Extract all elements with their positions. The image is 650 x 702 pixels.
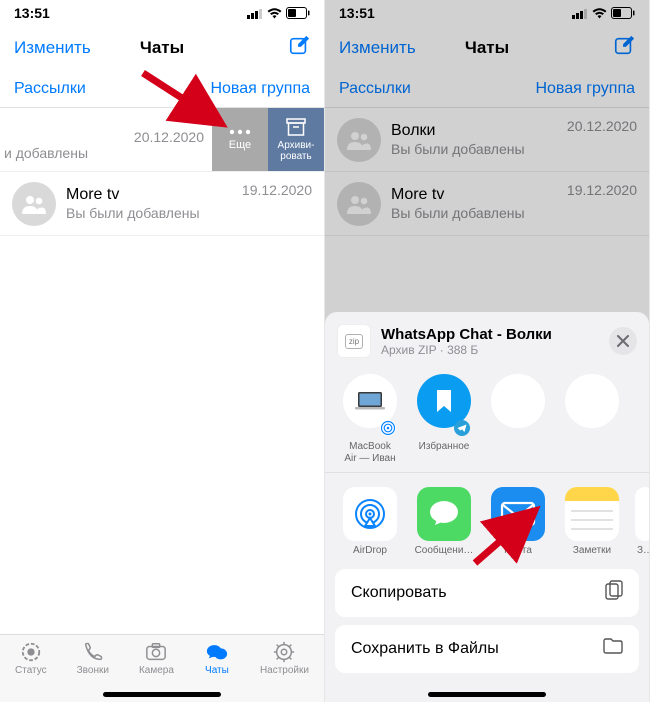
mail-icon bbox=[500, 501, 536, 527]
swipe-archive-label: Архиви- ровать bbox=[278, 140, 315, 162]
share-sheet: zip WhatsApp Chat - Волки Архив ZIP · 38… bbox=[325, 312, 649, 702]
tab-status[interactable]: Статус bbox=[15, 641, 47, 702]
share-app-label: Почта bbox=[504, 545, 532, 557]
share-targets-row[interactable]: MacBook Air — Иван Избранное bbox=[325, 368, 649, 472]
home-indicator[interactable] bbox=[428, 692, 546, 697]
folder-icon bbox=[603, 638, 623, 659]
group-icon bbox=[20, 194, 48, 214]
airdrop-icon bbox=[352, 496, 388, 532]
share-target-blank[interactable] bbox=[561, 374, 623, 464]
close-button[interactable] bbox=[609, 327, 637, 355]
battery-icon bbox=[286, 7, 310, 19]
status-icons bbox=[247, 7, 310, 19]
file-icon: zip bbox=[337, 324, 371, 358]
chat-row-swiped[interactable]: 20.12.2020 и добавлены Еще Архиви- роват… bbox=[0, 108, 324, 172]
tab-settings[interactable]: Настройки bbox=[260, 641, 309, 702]
action-copy[interactable]: Скопировать bbox=[335, 569, 639, 617]
swipe-more-label: Еще bbox=[229, 139, 251, 151]
notes-icon bbox=[565, 487, 619, 541]
signal-icon bbox=[247, 8, 263, 19]
screen-2-share-sheet: 13:51 Изменить Чаты Рассылки Новая групп… bbox=[325, 0, 650, 702]
telegram-badge-icon bbox=[454, 420, 470, 436]
swipe-more-button[interactable]: Еще bbox=[212, 108, 268, 171]
share-header: zip WhatsApp Chat - Волки Архив ZIP · 38… bbox=[325, 312, 649, 368]
chats-icon bbox=[204, 641, 230, 663]
share-app-label: Заметки bbox=[573, 545, 611, 557]
bookmark-icon bbox=[433, 388, 455, 414]
action-copy-label: Скопировать bbox=[351, 584, 447, 602]
laptop-icon bbox=[353, 390, 387, 412]
chat-date: 19.12.2020 bbox=[242, 182, 312, 198]
status-bar: 13:51 bbox=[0, 0, 324, 26]
tab-bar: Статус Звонки Камера Чаты Настройки bbox=[0, 634, 324, 702]
compose-button[interactable] bbox=[288, 35, 310, 62]
action-save-label: Сохранить в Файлы bbox=[351, 640, 499, 658]
share-target-blank[interactable] bbox=[487, 374, 549, 464]
file-type-badge: zip bbox=[345, 334, 363, 349]
group-avatar bbox=[12, 182, 56, 226]
screen-1-chats-swipe: 13:51 Изменить Чаты Рассылки Новая групп… bbox=[0, 0, 325, 702]
share-app-label: З… bbox=[637, 545, 649, 557]
share-app-airdrop[interactable]: AirDrop bbox=[339, 487, 401, 557]
share-target-label: MacBook Air — Иван bbox=[344, 441, 395, 464]
share-meta: Архив ZIP · 388 Б bbox=[381, 343, 552, 357]
camera-icon bbox=[143, 641, 169, 663]
phone-icon bbox=[80, 641, 106, 663]
share-app-messages[interactable]: Сообщени… bbox=[413, 487, 475, 557]
share-title: WhatsApp Chat - Волки bbox=[381, 326, 552, 343]
close-icon bbox=[617, 335, 629, 347]
copy-icon bbox=[605, 580, 623, 605]
share-actions-list: Скопировать Сохранить в Файлы bbox=[325, 569, 649, 673]
chat-subtitle-cut: и добавлены bbox=[4, 145, 212, 161]
home-indicator[interactable] bbox=[103, 692, 221, 697]
swipe-actions: Еще Архиви- ровать bbox=[212, 108, 324, 171]
divider bbox=[325, 472, 649, 473]
nav-header: Изменить Чаты bbox=[0, 26, 324, 70]
chat-subtitle: Вы были добавлены bbox=[66, 205, 324, 221]
swipe-archive-button[interactable]: Архиви- ровать bbox=[268, 108, 324, 171]
status-icon bbox=[18, 641, 44, 663]
messages-icon bbox=[427, 499, 461, 529]
ellipsis-icon bbox=[229, 129, 251, 135]
wifi-icon bbox=[267, 8, 282, 19]
airdrop-badge-icon bbox=[380, 420, 396, 436]
share-target-macbook[interactable]: MacBook Air — Иван bbox=[339, 374, 401, 464]
broadcasts-link[interactable]: Рассылки bbox=[14, 80, 86, 98]
share-apps-row[interactable]: AirDrop Сообщени… Почта Заметки bbox=[325, 481, 649, 569]
status-time: 13:51 bbox=[14, 5, 50, 21]
share-target-label: Избранное bbox=[419, 441, 470, 453]
chat-date: 20.12.2020 bbox=[134, 129, 212, 145]
share-app-label: Сообщени… bbox=[415, 545, 474, 557]
archive-icon bbox=[286, 118, 306, 136]
chat-row[interactable]: More tv Вы были добавлены 19.12.2020 bbox=[0, 172, 324, 236]
gear-icon bbox=[271, 641, 297, 663]
share-app-extra[interactable]: З… bbox=[635, 487, 649, 557]
share-app-label: AirDrop bbox=[353, 545, 387, 557]
edit-button[interactable]: Изменить bbox=[14, 38, 91, 58]
page-title: Чаты bbox=[140, 38, 184, 58]
secondary-toolbar: Рассылки Новая группа bbox=[0, 70, 324, 108]
share-app-mail[interactable]: Почта bbox=[487, 487, 549, 557]
action-save-to-files[interactable]: Сохранить в Файлы bbox=[335, 625, 639, 673]
share-target-favorites[interactable]: Избранное bbox=[413, 374, 475, 464]
share-app-notes[interactable]: Заметки bbox=[561, 487, 623, 557]
new-group-link[interactable]: Новая группа bbox=[210, 80, 310, 98]
